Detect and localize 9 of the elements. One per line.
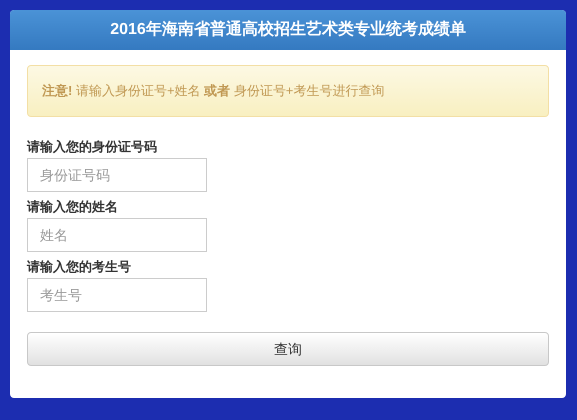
panel-title: 2016年海南省普通高校招生艺术类专业统考成绩单 (110, 18, 466, 40)
input-field[interactable]: 姓名 (27, 218, 207, 252)
input-field[interactable]: 身份证号码 (27, 158, 207, 192)
notice-text: 注意! 请输入身份证号+姓名 或者 身份证号+考生号进行查询 (42, 82, 384, 100)
field-label: 请输入您的身份证号码 (27, 138, 158, 156)
input-field[interactable]: 考生号 (27, 278, 207, 312)
query-button[interactable]: 查询 (27, 332, 549, 366)
field-label: 请输入您的考生号 (27, 258, 132, 276)
field-label: 请输入您的姓名 (27, 198, 119, 216)
